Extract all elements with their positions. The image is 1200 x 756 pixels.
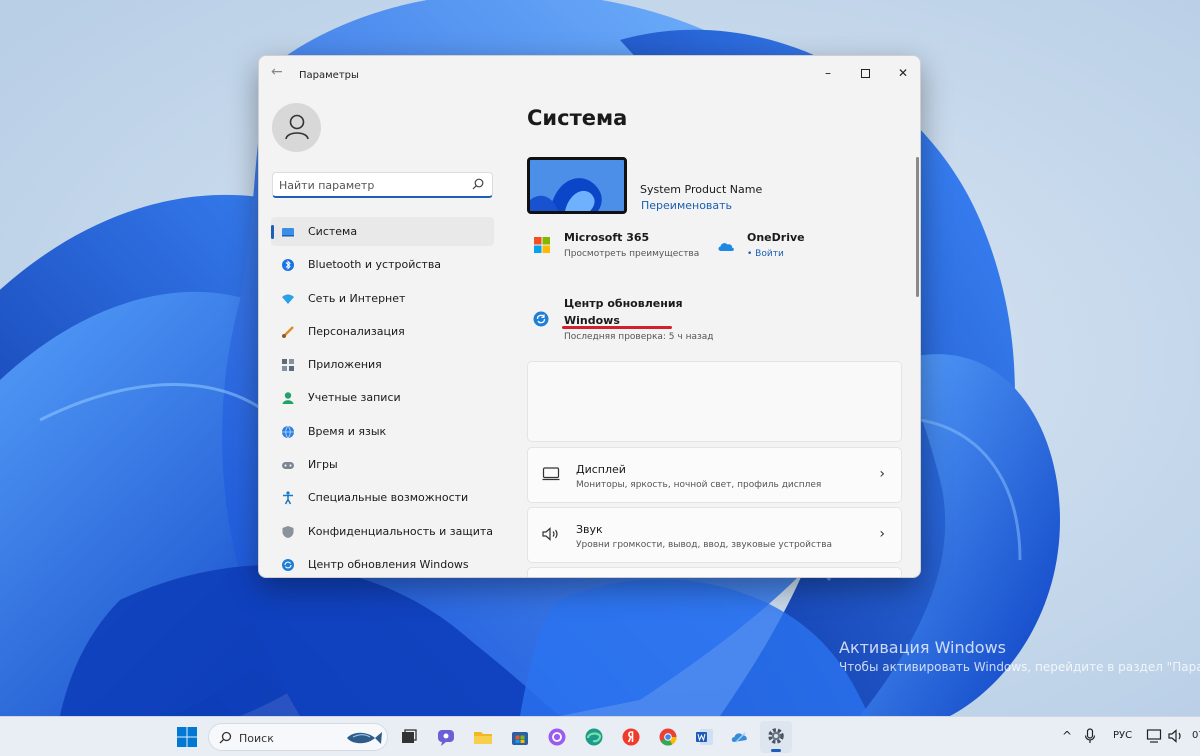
onedrive-icon[interactable] xyxy=(717,238,735,254)
folder-icon xyxy=(474,732,492,744)
cloud-app-button[interactable] xyxy=(726,723,754,751)
taskbar-search-label: Поиск xyxy=(239,732,274,745)
search-icon xyxy=(219,731,232,744)
assistant-icon xyxy=(548,728,566,746)
edge-icon xyxy=(585,728,603,746)
word-icon xyxy=(696,729,713,745)
language-indicator[interactable]: РУС xyxy=(1113,730,1132,741)
rename-link[interactable]: Переименовать xyxy=(641,199,732,212)
yandex-button[interactable] xyxy=(617,723,645,751)
onedrive-subtitle[interactable]: • Войти xyxy=(747,249,784,259)
next-settings-card[interactable] xyxy=(527,567,902,577)
task-view-icon xyxy=(402,729,417,743)
windows-update-icon[interactable] xyxy=(533,311,549,327)
onedrive-title[interactable]: OneDrive xyxy=(747,231,805,244)
content-scrollbar[interactable] xyxy=(916,157,919,297)
device-thumbnail xyxy=(527,157,627,214)
highlight-underline xyxy=(562,326,672,329)
volume-icon[interactable] xyxy=(1168,728,1184,744)
start-button[interactable] xyxy=(173,723,201,751)
display-card-subtitle: Мониторы, яркость, ночной свет, профиль … xyxy=(576,480,822,490)
sound-icon xyxy=(542,527,558,541)
chat-icon xyxy=(438,730,454,746)
edge-button[interactable] xyxy=(580,723,608,751)
windows-update-subtitle: Последняя проверка: 5 ч назад xyxy=(564,332,714,342)
windows-update-title[interactable]: Центр обновления xyxy=(564,297,683,310)
page-title: Система xyxy=(527,106,628,130)
chevron-right-icon: › xyxy=(879,466,885,482)
cloud-app-icon xyxy=(731,732,747,743)
word-button[interactable] xyxy=(691,723,719,751)
display-card-title: Дисплей xyxy=(576,463,626,476)
taskbar: Поиск ^ РУС 0 xyxy=(0,716,1200,756)
store-icon xyxy=(512,732,528,745)
display-settings-card[interactable]: Дисплей Мониторы, яркость, ночной свет, … xyxy=(527,447,902,503)
chat-button[interactable] xyxy=(432,723,460,751)
display-icon xyxy=(542,467,560,481)
wallpaper-preview-icon xyxy=(530,160,624,211)
microphone-icon[interactable] xyxy=(1084,728,1096,744)
gear-icon xyxy=(768,728,784,744)
system-page: Система System Product Name Переименоват… xyxy=(259,56,920,577)
network-status-icon[interactable] xyxy=(1146,728,1162,744)
device-name: System Product Name xyxy=(640,183,763,196)
windows-logo-icon xyxy=(177,727,197,747)
task-view-button[interactable] xyxy=(395,723,423,751)
chrome-button[interactable] xyxy=(654,723,682,751)
microsoft-365-icon[interactable] xyxy=(534,237,550,253)
file-explorer-button[interactable] xyxy=(469,723,497,751)
settings-taskbar-button[interactable] xyxy=(760,721,792,753)
sound-settings-card[interactable]: Звук Уровни громкости, вывод, ввод, звук… xyxy=(527,507,902,563)
chevron-right-icon: › xyxy=(879,526,885,542)
taskbar-search[interactable]: Поиск xyxy=(208,723,388,751)
chrome-icon xyxy=(659,728,677,746)
sound-card-title: Звук xyxy=(576,523,603,536)
windows-activation-watermark: Активация Windows Чтобы активировать Win… xyxy=(839,638,1200,674)
activation-title: Активация Windows xyxy=(839,638,1006,657)
sound-card-subtitle: Уровни громкости, вывод, ввод, звуковые … xyxy=(576,540,833,550)
yandex-icon xyxy=(622,728,640,746)
empty-card xyxy=(527,361,902,442)
tray-overflow-chevron[interactable]: ^ xyxy=(1062,729,1072,743)
assistant-app-button[interactable] xyxy=(543,723,571,751)
search-highlight-icon xyxy=(347,732,382,744)
settings-window: ← Параметры – ✕ Система Bluetooth и устр… xyxy=(258,55,921,578)
clock[interactable]: 07 xyxy=(1192,730,1200,741)
activation-text: Чтобы активировать Windows, перейдите в … xyxy=(839,660,1200,674)
microsoft-365-subtitle: Просмотреть преимущества xyxy=(564,249,700,259)
store-button[interactable] xyxy=(506,723,534,751)
microsoft-365-title[interactable]: Microsoft 365 xyxy=(564,231,649,244)
